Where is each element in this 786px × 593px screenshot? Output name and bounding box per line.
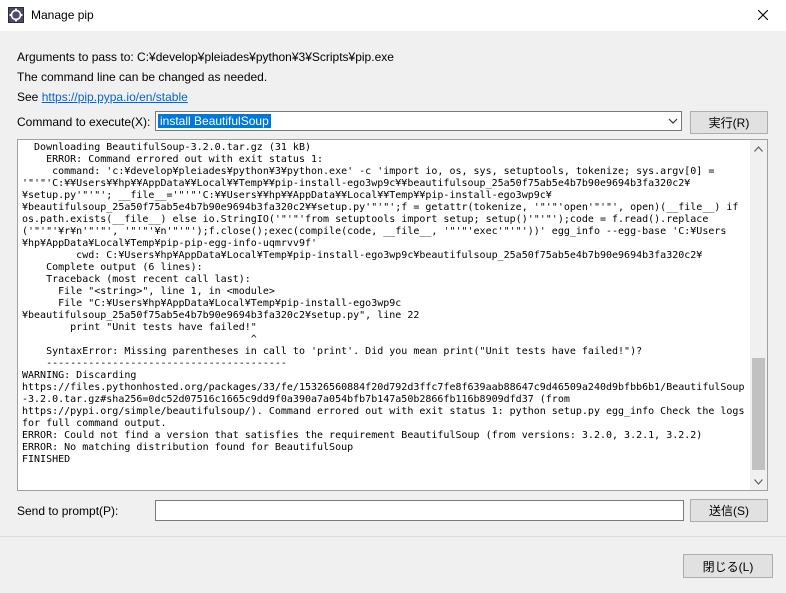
app-icon (8, 7, 24, 23)
change-note: The command line can be changed as neede… (17, 70, 268, 84)
window-title: Manage pip (31, 8, 94, 22)
command-value[interactable]: install BeautifulSoup (158, 114, 271, 128)
close-dialog-button[interactable]: 閉じる(L) (683, 554, 773, 578)
command-label: Command to execute(X): (17, 115, 151, 129)
see-line: See https://pip.pypa.io/en/stable (17, 90, 188, 104)
close-window-button[interactable] (740, 0, 786, 31)
scrollbar-thumb[interactable] (752, 358, 765, 470)
manage-pip-dialog: Manage pip Arguments to pass to: C:¥deve… (0, 0, 786, 593)
scroll-down-icon[interactable] (750, 473, 767, 490)
see-label: See (17, 90, 39, 104)
chevron-down-icon[interactable] (667, 115, 679, 127)
command-combobox[interactable]: install BeautifulSoup (155, 111, 682, 131)
prompt-label: Send to prompt(P): (17, 504, 119, 518)
title-bar: Manage pip (0, 0, 786, 31)
footer-divider (0, 536, 786, 537)
send-button[interactable]: 送信(S) (690, 499, 768, 522)
run-button[interactable]: 実行(R) (690, 111, 768, 134)
prompt-input[interactable] (155, 500, 684, 521)
arguments-label: Arguments to pass to: C:¥develop¥pleiade… (17, 50, 394, 64)
pip-docs-link[interactable]: https://pip.pypa.io/en/stable (42, 90, 188, 104)
output-console[interactable]: Downloading BeautifulSoup-3.2.0.tar.gz (… (17, 139, 768, 491)
close-icon (757, 9, 769, 23)
output-text: Downloading BeautifulSoup-3.2.0.tar.gz (… (22, 142, 745, 465)
vertical-scrollbar[interactable] (750, 140, 767, 490)
scroll-up-icon[interactable] (750, 140, 767, 157)
